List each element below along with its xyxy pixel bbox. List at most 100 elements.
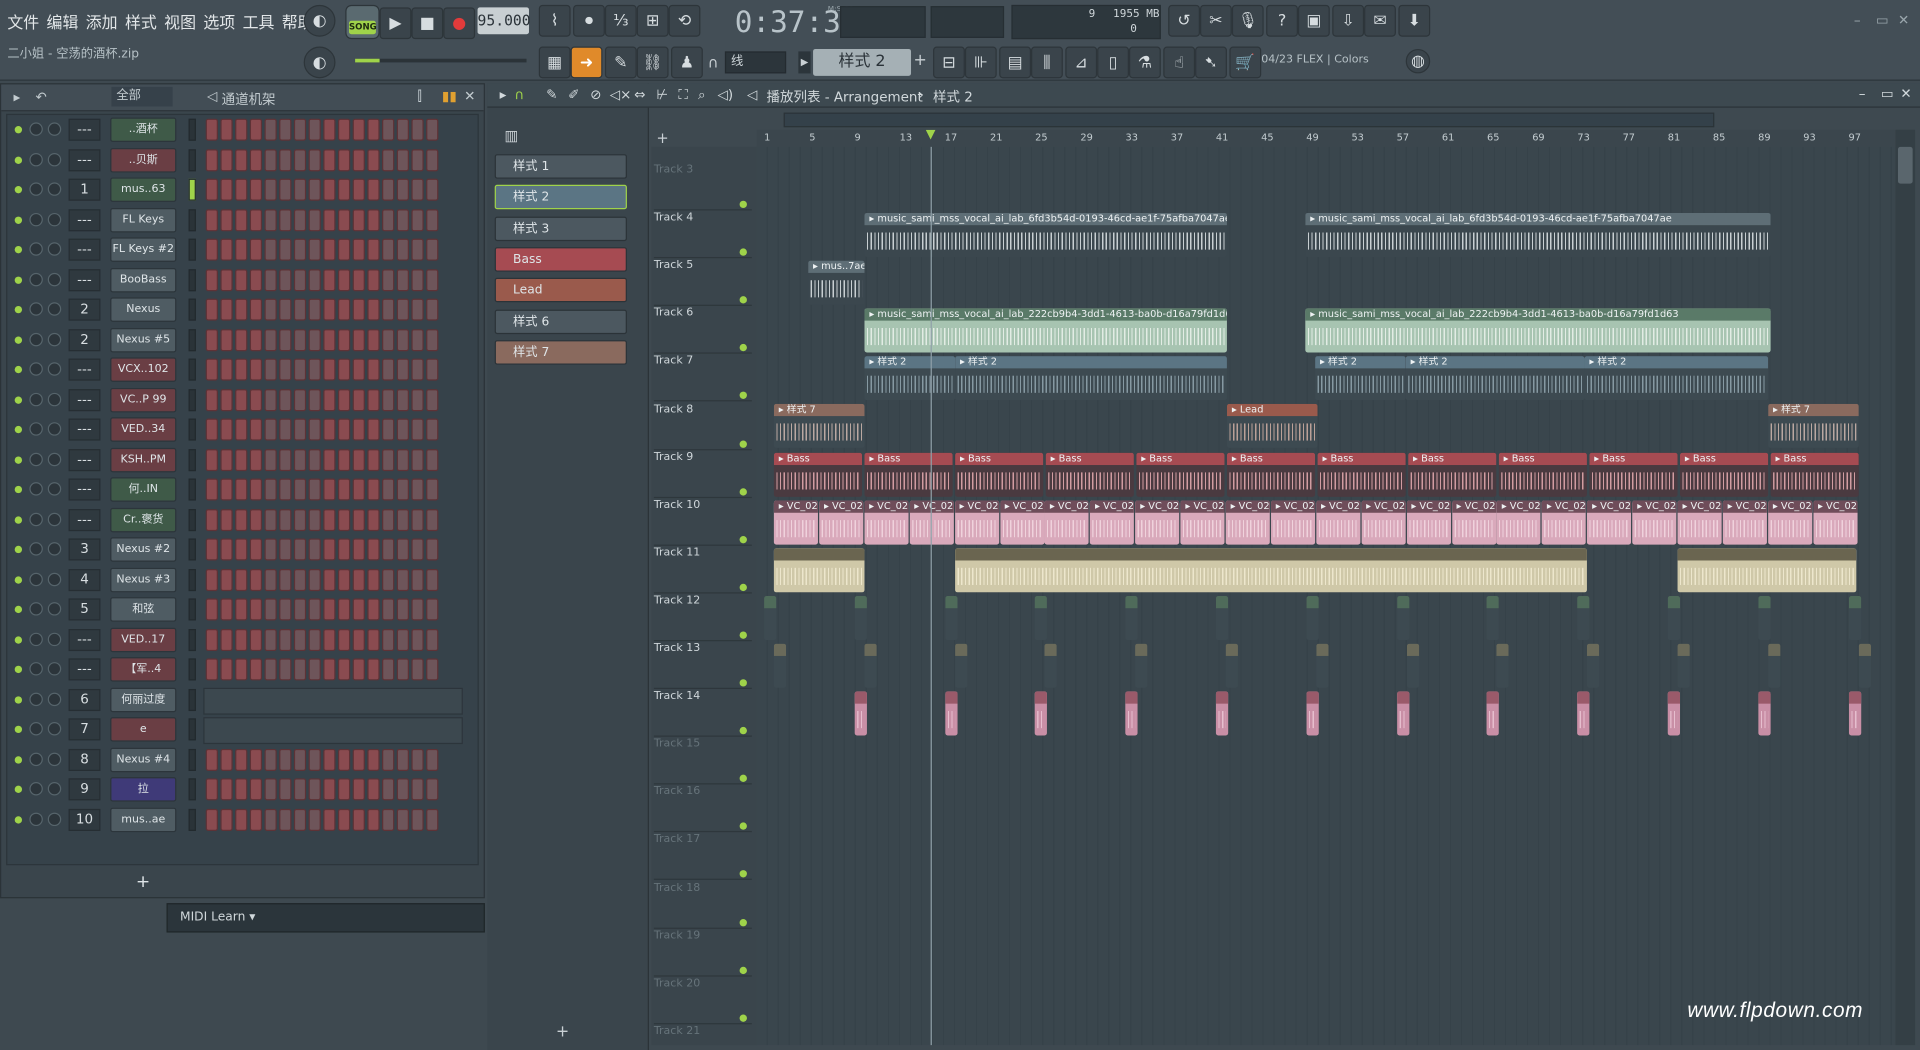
channel-select-indicator[interactable] [188, 328, 196, 351]
playlist-clip[interactable] [1215, 595, 1229, 640]
step-button[interactable] [367, 148, 380, 171]
step-button[interactable] [426, 508, 439, 531]
playlist-clip[interactable] [1496, 643, 1510, 688]
playlist-clip[interactable] [954, 643, 967, 688]
step-button[interactable] [411, 568, 424, 591]
step-button[interactable] [308, 628, 321, 651]
step-button[interactable] [293, 748, 307, 771]
step-button[interactable] [382, 778, 395, 801]
channel-volume-knob[interactable] [47, 392, 62, 406]
playlist-clip[interactable]: ▸ 样式 7 [1768, 404, 1859, 449]
step-button[interactable] [352, 568, 365, 591]
channel-select-indicator[interactable] [188, 358, 196, 381]
step-button[interactable] [308, 448, 321, 471]
mixer-track-number[interactable]: --- [68, 268, 101, 291]
step-button[interactable] [279, 208, 292, 231]
step-button[interactable] [205, 808, 218, 831]
globe-icon[interactable]: ◍ [1405, 48, 1431, 74]
playlist-clip[interactable] [1215, 691, 1229, 736]
step-button[interactable] [308, 388, 321, 411]
playlist-clip[interactable]: ▸ Bass [1226, 452, 1316, 497]
master-volume-knob[interactable]: ◐ [303, 46, 336, 79]
playlist-clip[interactable]: ▸ VC_02 [1361, 500, 1406, 545]
channel-volume-knob[interactable] [47, 752, 62, 766]
delete-tool-icon[interactable]: ⊘ [590, 87, 601, 103]
playlist-clip[interactable] [1316, 643, 1329, 688]
channel-enable-led[interactable] [14, 245, 23, 254]
channel-enable-led[interactable] [14, 305, 23, 314]
magnet-icon[interactable]: ∩ [708, 54, 719, 71]
playlist-close-icon[interactable]: ✕ [1900, 86, 1911, 102]
step-button[interactable] [235, 208, 248, 231]
step-button[interactable] [382, 118, 395, 141]
channel-name-button[interactable]: 拉 [110, 777, 177, 802]
step-button[interactable] [279, 298, 292, 321]
step-button[interactable] [279, 568, 292, 591]
step-button[interactable] [308, 748, 321, 771]
step-button[interactable] [220, 778, 233, 801]
playlist-clip[interactable]: ▸ music_sami_mss_vocal_ai_lab_6fd3b54d-0… [1305, 212, 1771, 257]
track-label[interactable]: Track 16 [653, 786, 752, 833]
chat-icon[interactable]: ✉ [1364, 4, 1396, 37]
step-button[interactable] [279, 418, 292, 441]
playlist-clip[interactable] [1848, 595, 1861, 640]
channel-volume-knob[interactable] [47, 182, 62, 196]
step-button[interactable] [308, 808, 321, 831]
pattern-item[interactable]: 样式 7 [494, 339, 627, 365]
track-enable-led[interactable] [739, 296, 747, 304]
step-button[interactable] [264, 598, 277, 621]
step-button[interactable] [323, 448, 336, 471]
step-button[interactable] [279, 178, 292, 201]
playlist-clip[interactable] [1587, 643, 1600, 688]
step-button[interactable] [382, 418, 395, 441]
step-button[interactable] [249, 118, 263, 141]
midi-learn-bar[interactable]: MIDI Learn ▾ [166, 903, 485, 933]
playlist-clip[interactable]: ▸ music_sami_mss_vocal_ai_lab_222cb9b4-3… [1305, 308, 1771, 353]
channel-pan-knob[interactable] [29, 632, 43, 646]
record-icon[interactable]: ● [443, 7, 476, 40]
playlist-clip[interactable] [854, 595, 867, 640]
step-button[interactable] [337, 508, 351, 531]
step-button[interactable] [426, 808, 439, 831]
channel-volume-knob[interactable] [47, 632, 62, 646]
channel-volume-knob[interactable] [47, 272, 62, 286]
step-button[interactable] [249, 628, 263, 651]
channel-enable-led[interactable] [14, 635, 23, 644]
step-button[interactable] [205, 628, 218, 651]
channel-select-indicator[interactable] [188, 118, 196, 141]
step-button[interactable] [337, 328, 351, 351]
channel-volume-knob[interactable] [47, 692, 62, 706]
playlist-clip[interactable] [1577, 691, 1590, 736]
step-button[interactable] [279, 658, 292, 681]
channel-pan-knob[interactable] [29, 182, 43, 196]
download-icon[interactable]: ⬇ [1398, 4, 1431, 37]
mixer-track-number[interactable]: 9 [68, 778, 101, 801]
step-button[interactable] [426, 538, 439, 561]
step-button[interactable] [382, 208, 395, 231]
channel-volume-knob[interactable] [47, 422, 62, 436]
step-button[interactable] [337, 748, 351, 771]
step-button[interactable] [293, 478, 307, 501]
channel-volume-knob[interactable] [47, 722, 62, 736]
playlist-clip[interactable]: ▸ VC_02 [1632, 500, 1677, 545]
step-button[interactable] [396, 778, 409, 801]
channel-pan-knob[interactable] [29, 692, 43, 706]
step-button[interactable] [264, 328, 277, 351]
draw-tool-icon[interactable]: ✎ [546, 87, 557, 103]
channel-enable-led[interactable] [14, 425, 23, 434]
playlist-clip[interactable] [1306, 691, 1319, 736]
channel-name-button[interactable]: VED..34 [110, 417, 177, 442]
channel-select-indicator[interactable] [188, 418, 196, 441]
step-button[interactable] [323, 298, 336, 321]
mixer-track-number[interactable]: 5 [68, 598, 101, 621]
step-button[interactable] [411, 628, 424, 651]
playlist-grid[interactable]: ▸ music_sami_mss_vocal_ai_lab_6fd3b54d-0… [756, 146, 1896, 1046]
step-button[interactable] [426, 478, 439, 501]
rack-close-icon[interactable]: ✕ [464, 88, 475, 104]
step-button[interactable] [352, 358, 365, 381]
step-button[interactable] [323, 418, 336, 441]
step-button[interactable] [235, 328, 248, 351]
step-button[interactable] [323, 748, 336, 771]
step-button[interactable] [367, 568, 380, 591]
track-label[interactable]: Track 20 [653, 977, 752, 1024]
